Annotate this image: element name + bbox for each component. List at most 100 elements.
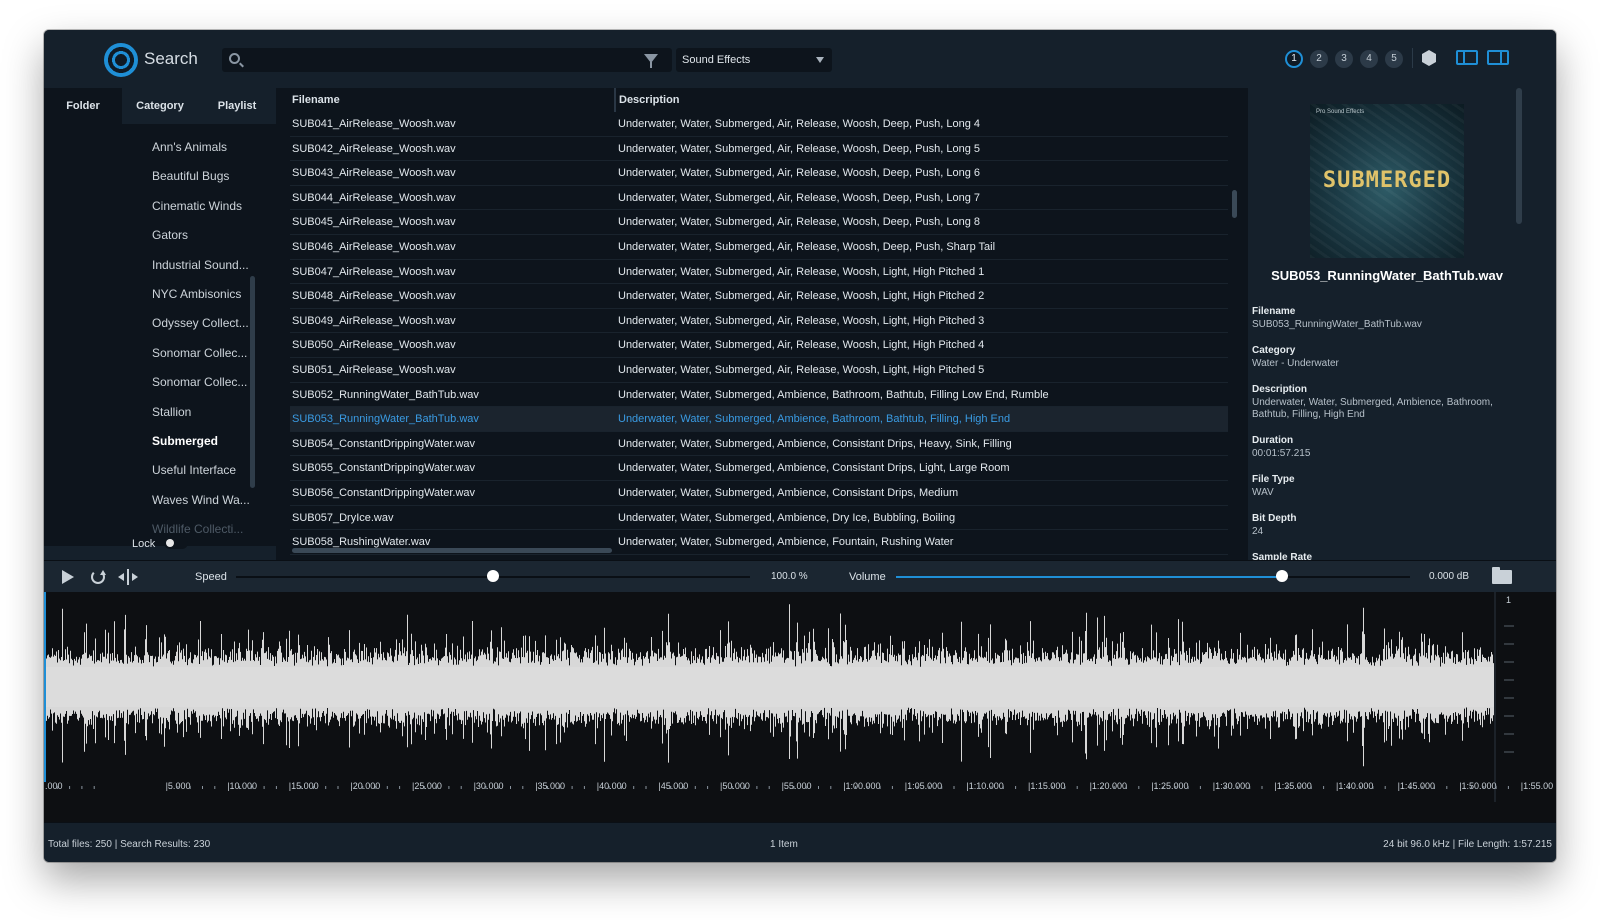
table-row[interactable]: SUB046_AirRelease_Woosh.wav Underwater, W… <box>290 235 1228 260</box>
info-panel-scrollbar[interactable] <box>1516 88 1522 224</box>
table-row[interactable]: SUB043_AirRelease_Woosh.wav Underwater, W… <box>290 161 1228 186</box>
folder-item[interactable]: Stallion <box>152 405 191 419</box>
folder-item[interactable]: Waves Wind Wa... <box>152 493 250 507</box>
folder-item[interactable]: NYC Ambisonics <box>152 287 241 301</box>
table-horizontal-scrollbar[interactable] <box>292 548 612 553</box>
waveform-area[interactable]: .000|5.000|10.000|15.000|20.000|25.000|3… <box>44 592 1556 822</box>
waveform-core <box>44 667 1494 707</box>
filename-cell: SUB041_AirRelease_Woosh.wav <box>292 118 456 130</box>
description-cell: Underwater, Water, Submerged, Ambience, … <box>618 413 1011 426</box>
folder-item[interactable]: Useful Interface <box>152 463 236 477</box>
volume-label: Volume <box>849 571 886 583</box>
folder-item[interactable]: Gators <box>152 228 188 242</box>
layout-left-panel-icon[interactable] <box>1456 50 1478 65</box>
description-cell: Underwater, Water, Submerged, Air, Relea… <box>618 167 980 180</box>
filename-cell: SUB048_AirRelease_Woosh.wav <box>292 290 456 303</box>
table-row[interactable]: SUB044_AirRelease_Woosh.wav Underwater, W… <box>290 186 1228 211</box>
table-row[interactable]: SUB049_AirRelease_Woosh.wav Underwater, W… <box>290 309 1228 334</box>
table-row[interactable]: SUB053_RunningWater_BathTub.wav Underwate… <box>290 407 1228 432</box>
chevron-down-icon <box>816 57 824 63</box>
folder-icon[interactable] <box>1492 567 1512 584</box>
table-vertical-scrollbar[interactable] <box>1232 190 1237 218</box>
folder-item[interactable]: Ann's Animals <box>152 140 227 154</box>
preset-button-1[interactable]: 1 <box>1285 50 1303 68</box>
info-value: 24 <box>1252 526 1264 537</box>
table-row[interactable]: SUB045_AirRelease_Woosh.wav Underwater, W… <box>290 210 1228 235</box>
folder-item[interactable]: Sonomar Collec... <box>152 346 247 360</box>
table-row[interactable]: SUB056_ConstantDrippingWater.wav Underwat… <box>290 481 1228 506</box>
split-arrow-right-icon <box>132 573 138 581</box>
table-row[interactable]: SUB047_AirRelease_Woosh.wav Underwater, W… <box>290 260 1228 285</box>
search-input[interactable] <box>246 48 636 72</box>
filename-cell: SUB055_ConstantDrippingWater.wav <box>292 462 476 475</box>
category-select[interactable]: Sound Effects <box>676 48 832 72</box>
preset-button-2[interactable]: 2 <box>1310 50 1328 68</box>
time-tick-label: |50.000 <box>720 781 750 791</box>
loop-icon[interactable] <box>91 570 106 584</box>
album-brand: Pro Sound Effects <box>1316 109 1365 115</box>
description-cell: Underwater, Water, Submerged, Ambience, … <box>618 388 1049 401</box>
tab-category[interactable]: Category <box>122 88 198 124</box>
description-cell: Underwater, Water, Submerged, Air, Relea… <box>618 191 980 204</box>
folder-item[interactable]: Wildlife Collecti... <box>152 522 243 536</box>
layout-right-panel-icon[interactable] <box>1487 50 1509 65</box>
table-row[interactable]: SUB051_AirRelease_Woosh.wav Underwater, W… <box>290 358 1228 383</box>
selected-file-title: SUB053_RunningWater_BathTub.wav <box>1271 268 1503 283</box>
speed-label: Speed <box>195 571 227 583</box>
time-tick-label: |1:55.00 <box>1521 781 1553 791</box>
info-value: SUB053_RunningWater_BathTub.wav <box>1252 319 1422 330</box>
description-cell: Underwater, Water, Submerged, Ambience, … <box>618 487 959 499</box>
column-header-filename[interactable]: Filename <box>292 94 340 106</box>
info-value: WAV <box>1252 487 1274 498</box>
description-cell: Underwater, Water, Submerged, Air, Relea… <box>618 241 996 253</box>
time-tick-label: |1:50.000 <box>1459 781 1496 791</box>
filename-cell: SUB049_AirRelease_Woosh.wav <box>292 314 456 327</box>
lock-toggle[interactable] <box>164 537 188 549</box>
waveform-display[interactable]: .000|5.000|10.000|15.000|20.000|25.000|3… <box>44 592 1556 822</box>
info-label: Description <box>1252 384 1308 395</box>
volume-slider-handle[interactable] <box>1275 570 1288 582</box>
album-title: SUBMERGED <box>1322 168 1452 193</box>
cube-icon[interactable] <box>1422 50 1436 66</box>
table-row[interactable]: SUB054_ConstantDrippingWater.wav Underwat… <box>290 432 1228 457</box>
info-value: 00:01:57.215 <box>1252 448 1311 459</box>
folder-item[interactable]: Cinematic Winds <box>152 199 242 213</box>
time-tick-label: |15.000 <box>289 781 319 791</box>
table-row[interactable]: SUB057_DryIce.wav Underwater, Water, Subm… <box>290 506 1228 531</box>
folder-item[interactable]: Beautiful Bugs <box>152 169 229 183</box>
filter-icon[interactable] <box>644 54 658 68</box>
column-header-description[interactable]: Description <box>619 94 680 106</box>
preset-button-5[interactable]: 5 <box>1385 50 1403 68</box>
status-bar: Total files: 250 | Search Results: 230 1… <box>44 822 1556 862</box>
folder-item[interactable]: Odyssey Collect... <box>152 316 249 330</box>
folder-item[interactable]: Sonomar Collec... <box>152 375 247 389</box>
filename-cell: SUB045_AirRelease_Woosh.wav <box>292 216 456 229</box>
sidebar-scrollbar[interactable] <box>250 276 255 488</box>
description-cell: Underwater, Water, Submerged, Ambience, … <box>618 462 1010 475</box>
folder-item[interactable]: Submerged <box>152 434 218 448</box>
table-row[interactable]: SUB050_AirRelease_Woosh.wav Underwater, W… <box>290 333 1228 358</box>
table-row[interactable]: SUB041_AirRelease_Woosh.wav Underwater, W… <box>290 112 1228 137</box>
table-row[interactable]: SUB055_ConstantDrippingWater.wav Underwat… <box>290 456 1228 481</box>
volume-value: 0.000 dB <box>1429 571 1470 582</box>
description-cell: Underwater, Water, Submerged, Air, Relea… <box>618 216 980 229</box>
table-row[interactable]: SUB052_RunningWater_BathTub.wav Underwate… <box>290 383 1228 408</box>
description-cell: Underwater, Water, Submerged, Air, Relea… <box>618 364 985 376</box>
preset-button-3[interactable]: 3 <box>1335 50 1353 68</box>
column-divider[interactable] <box>614 88 616 112</box>
time-tick-label: |40.000 <box>597 781 627 791</box>
table-row[interactable]: SUB042_AirRelease_Woosh.wav Underwater, W… <box>290 137 1228 162</box>
channel-number: 1 <box>1506 595 1512 605</box>
folder-item[interactable]: Industrial Sound... <box>152 258 249 272</box>
tab-playlist[interactable]: Playlist <box>198 88 276 124</box>
table-row[interactable]: SUB048_AirRelease_Woosh.wav Underwater, W… <box>290 284 1228 309</box>
time-tick-label: |1:30.000 <box>1213 781 1250 791</box>
lock-label: Lock <box>132 538 156 550</box>
info-label: Category <box>1252 345 1296 356</box>
app-window: Search Sound Effects 12345 Folder Catego… <box>44 30 1556 862</box>
tab-folder[interactable]: Folder <box>44 88 122 124</box>
description-cell: Underwater, Water, Submerged, Ambience, … <box>618 511 956 524</box>
preset-button-4[interactable]: 4 <box>1360 50 1378 68</box>
speed-slider-handle[interactable] <box>487 570 499 582</box>
play-icon[interactable] <box>62 570 74 584</box>
